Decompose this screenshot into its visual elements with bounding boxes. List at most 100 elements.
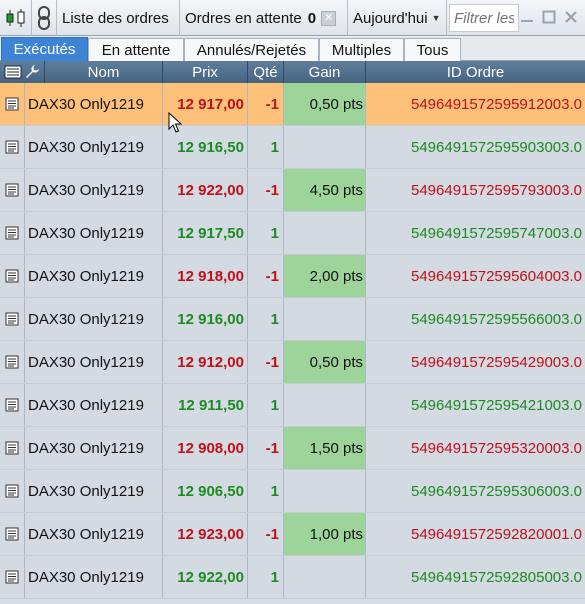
order-quantity: 1 [248,298,284,340]
document-icon [5,183,19,197]
order-id: 5496491572595429003.0 [410,353,582,371]
order-id: 5496491572595793003.0 [410,181,582,199]
order-quantity: -1 [248,169,284,211]
instrument-name: DAX30 Only1219 [25,513,163,555]
filter-tabs: Exécutés En attente Annulés/Rejetés Mult… [0,36,585,61]
filter-input[interactable] [449,4,519,32]
pending-orders-label: Ordres en attente [185,9,302,27]
column-qty-label: Qté [253,63,278,81]
table-row[interactable]: DAX30 Only1219 12 916,00 1 5496491572595566… [0,298,585,341]
column-gain[interactable]: Gain [284,61,366,83]
row-detail-button[interactable] [0,470,25,512]
column-name-label: Nom [87,63,120,81]
document-icon [5,226,19,240]
period-dropdown[interactable]: Aujourd'hui ▼ [348,0,447,36]
document-icon [5,269,19,283]
row-detail-button[interactable] [0,212,25,254]
tab-label: Multiples [331,41,392,59]
order-gain: 2,00 pts [284,255,366,297]
tab-multiple[interactable]: Multiples [319,38,404,61]
order-gain: 4,50 pts [284,169,366,211]
link-button[interactable] [32,0,57,36]
instrument-name: DAX30 Only1219 [25,556,163,598]
column-name[interactable]: Nom [45,61,163,83]
tab-executed[interactable]: Exécutés [1,37,88,61]
wrench-icon[interactable] [24,64,40,80]
column-price-label: Prix [192,63,218,81]
column-price[interactable]: Prix [163,61,248,83]
document-icon [5,355,19,369]
pending-orders-button[interactable]: Ordres en attente 0 ✕ [180,0,348,36]
document-icon [5,398,19,412]
table-row[interactable]: DAX30 Only1219 12 922,00 1 5496491572592805… [0,556,585,599]
order-price: 12 908,00 [163,427,248,469]
pending-orders-count: 0 [307,9,317,27]
period-label: Aujourd'hui [353,9,428,27]
instrument-name: DAX30 Only1219 [25,126,163,168]
candlestick-chart-icon [6,9,24,27]
row-detail-button[interactable] [0,83,25,125]
order-quantity: -1 [248,513,284,555]
row-detail-button[interactable] [0,169,25,211]
row-detail-button[interactable] [0,255,25,297]
minimize-icon[interactable] [517,7,537,27]
chain-link-icon [38,6,50,30]
row-detail-button[interactable] [0,384,25,426]
column-qty[interactable]: Qté [248,61,284,83]
column-header: Nom Prix Qté Gain ID Ordre [0,61,585,83]
table-row[interactable]: DAX30 Only1219 12 922,00 -1 4,50 pts 5496491… [0,169,585,212]
document-icon [5,570,19,584]
close-icon[interactable] [561,7,581,27]
row-detail-button[interactable] [0,298,25,340]
column-order-id[interactable]: ID Ordre [366,61,585,83]
order-quantity: -1 [248,427,284,469]
instrument-name: DAX30 Only1219 [25,255,163,297]
order-price: 12 916,50 [163,126,248,168]
order-gain [284,470,366,512]
tab-label: Tous [416,41,449,59]
row-detail-button[interactable] [0,126,25,168]
row-detail-button[interactable] [0,427,25,469]
chart-button[interactable] [0,0,32,36]
order-gain: 0,50 pts [284,83,366,125]
order-id: 5496491572592820001.0 [410,525,582,543]
instrument-name: DAX30 Only1219 [25,169,163,211]
order-quantity: 1 [248,212,284,254]
row-detail-button[interactable] [0,341,25,383]
tab-pending[interactable]: En attente [88,38,184,61]
order-price: 12 916,00 [163,298,248,340]
tab-cancelled-rejected[interactable]: Annulés/Rejetés [184,38,319,61]
table-row[interactable]: DAX30 Only1219 12 908,00 -1 1,50 pts 5496491… [0,427,585,470]
order-quantity: 1 [248,470,284,512]
table-row[interactable]: DAX30 Only1219 12 911,50 1 5496491572595421… [0,384,585,427]
order-gain [284,556,366,598]
toolbar: Liste des ordres Ordres en attente 0 ✕ A… [0,0,585,36]
document-icon [5,97,19,111]
tab-all[interactable]: Tous [404,38,461,61]
row-detail-button[interactable] [0,556,25,598]
document-icon [5,441,19,455]
table-row[interactable]: DAX30 Only1219 12 917,50 1 5496491572595747… [0,212,585,255]
column-tools [0,61,45,83]
table-row[interactable]: DAX30 Only1219 12 918,00 -1 2,00 pts 5496491… [0,255,585,298]
order-price: 12 911,50 [163,384,248,426]
order-id: 5496491572595421003.0 [410,396,582,414]
table-row[interactable]: DAX30 Only1219 12 917,00 -1 0,50 pts 5496491… [0,83,585,126]
order-list-button[interactable]: Liste des ordres [57,0,180,36]
instrument-name: DAX30 Only1219 [25,384,163,426]
order-quantity: 1 [248,126,284,168]
order-quantity: -1 [248,255,284,297]
table-row[interactable]: DAX30 Only1219 12 923,00 -1 1,00 pts 5496491… [0,513,585,556]
maximize-icon[interactable] [539,7,559,27]
columns-list-icon[interactable] [4,65,22,79]
table-row[interactable]: DAX30 Only1219 12 912,00 -1 0,50 pts 5496491… [0,341,585,384]
table-row[interactable]: DAX30 Only1219 12 906,50 1 5496491572595306… [0,470,585,513]
clear-x-icon[interactable]: ✕ [321,10,337,26]
row-detail-button[interactable] [0,513,25,555]
order-gain [284,126,366,168]
order-id: 5496491572592805003.0 [410,568,582,586]
instrument-name: DAX30 Only1219 [25,83,163,125]
order-quantity: 1 [248,384,284,426]
table-row[interactable]: DAX30 Only1219 12 916,50 1 5496491572595903… [0,126,585,169]
order-id: 5496491572595912003.0 [410,95,582,113]
